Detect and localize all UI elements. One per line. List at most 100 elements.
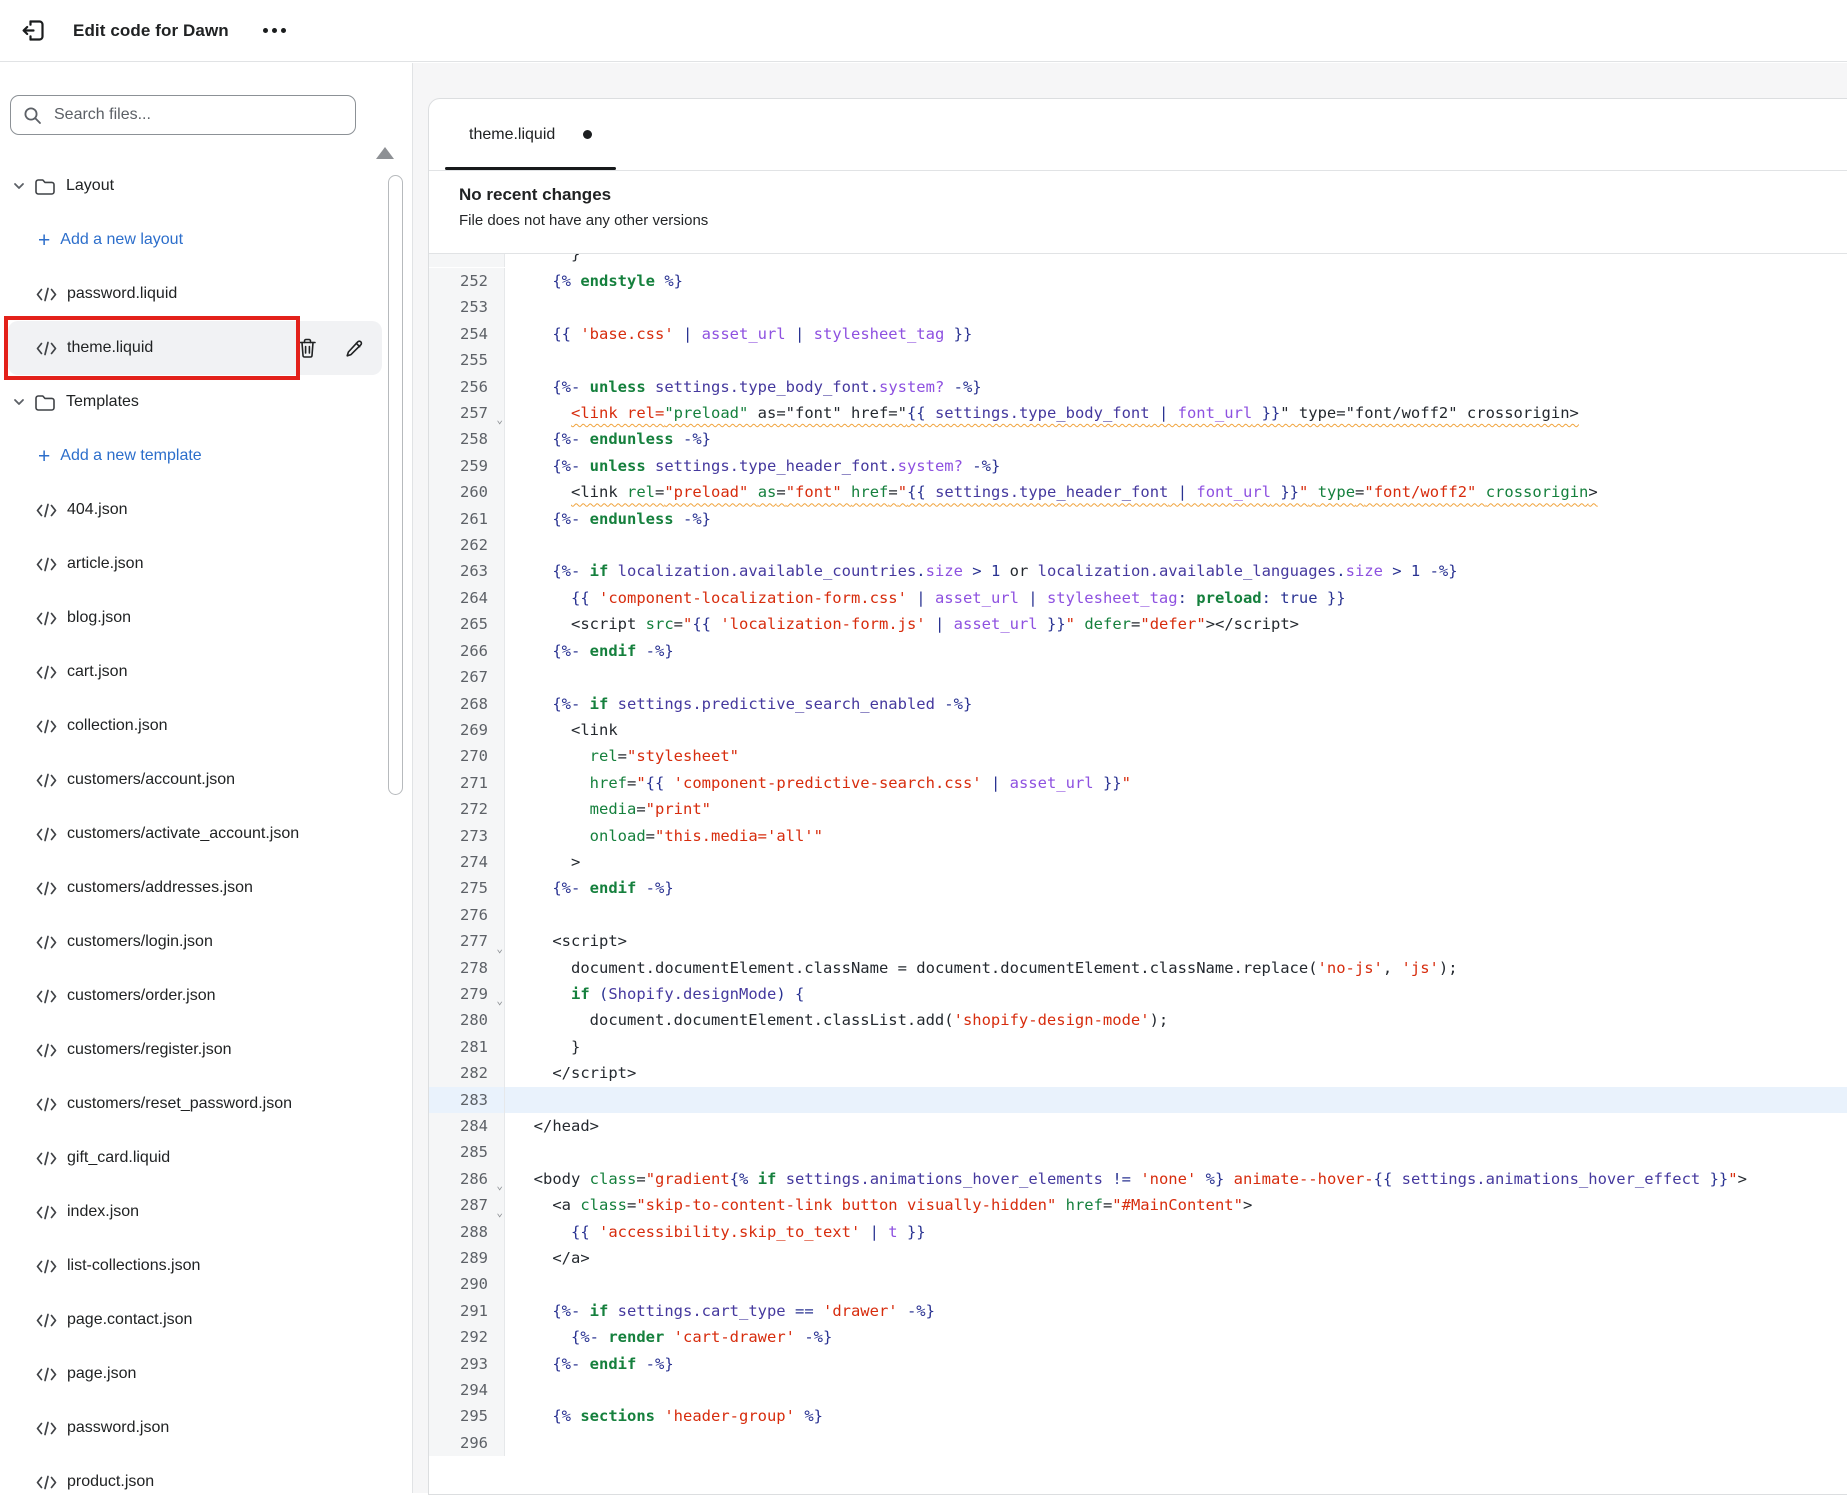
file-row-customers-register-json[interactable]: customers/register.json bbox=[0, 1023, 388, 1077]
exit-button[interactable] bbox=[14, 11, 53, 50]
file-row-gift-card-liquid[interactable]: gift_card.liquid bbox=[0, 1131, 388, 1185]
line-number: 288 bbox=[429, 1219, 505, 1245]
code-line-277[interactable]: 277⌄ <script> bbox=[429, 928, 1847, 954]
code-line-290[interactable]: 290 bbox=[429, 1271, 1847, 1297]
scroll-up-arrow[interactable] bbox=[376, 147, 394, 159]
file-row-page-contact-json[interactable]: page.contact.json bbox=[0, 1293, 388, 1347]
code-line-260[interactable]: 260 <link rel="preload" as="font" href="… bbox=[429, 479, 1847, 505]
code-line-268[interactable]: 268 {%- if settings.predictive_search_en… bbox=[429, 691, 1847, 717]
folder-row-layout[interactable]: Layout bbox=[0, 159, 388, 213]
file-row-page-json[interactable]: page.json bbox=[0, 1347, 388, 1401]
line-number: 283 bbox=[429, 1087, 505, 1113]
code-line-267[interactable]: 267 bbox=[429, 664, 1847, 690]
code-line-252[interactable]: 252 {% endstyle %} bbox=[429, 268, 1847, 294]
file-row-cart-json[interactable]: cart.json bbox=[0, 645, 388, 699]
code-line-271[interactable]: 271 href="{{ 'component-predictive-searc… bbox=[429, 770, 1847, 796]
more-actions-button[interactable] bbox=[257, 22, 292, 39]
code-line-263[interactable]: 263 {%- if localization.available_countr… bbox=[429, 558, 1847, 584]
code-line-265[interactable]: 265 <script src="{{ 'localization-form.j… bbox=[429, 611, 1847, 637]
file-row-index-json[interactable]: index.json bbox=[0, 1185, 388, 1239]
line-number: 278 bbox=[429, 955, 505, 981]
code-line-255[interactable]: 255 bbox=[429, 347, 1847, 373]
code-line-294[interactable]: 294 bbox=[429, 1377, 1847, 1403]
chevron-down-icon[interactable] bbox=[12, 395, 26, 409]
file-name: list-collections.json bbox=[67, 1257, 200, 1275]
file-row-list-collections-json[interactable]: list-collections.json bbox=[0, 1239, 388, 1293]
code-line-289[interactable]: 289 </a> bbox=[429, 1245, 1847, 1271]
file-row-customers-account-json[interactable]: customers/account.json bbox=[0, 753, 388, 807]
file-row-article-json[interactable]: article.json bbox=[0, 537, 388, 591]
fold-chevron-icon[interactable]: ⌄ bbox=[496, 943, 503, 954]
file-row-customers-activate-account-json[interactable]: customers/activate_account.json bbox=[0, 807, 388, 861]
rename-file-button[interactable] bbox=[339, 333, 370, 364]
code-line-partial[interactable]: } bbox=[429, 254, 1847, 267]
code-line-264[interactable]: 264 {{ 'component-localization-form.css'… bbox=[429, 585, 1847, 611]
code-line-296[interactable]: 296 bbox=[429, 1430, 1847, 1456]
code-line-280[interactable]: 280 document.documentElement.classList.a… bbox=[429, 1007, 1847, 1033]
add-new-layout-link[interactable]: +Add a new layout bbox=[0, 213, 388, 267]
tab-theme-liquid[interactable]: theme.liquid bbox=[445, 99, 616, 170]
fold-chevron-icon[interactable]: ⌄ bbox=[496, 995, 503, 1006]
code-line-279[interactable]: 279⌄ if (Shopify.designMode) { bbox=[429, 981, 1847, 1007]
code-file-icon bbox=[36, 773, 57, 788]
code-line-286[interactable]: 286⌄ <body class="gradient{% if settings… bbox=[429, 1166, 1847, 1192]
file-row-product-json[interactable]: product.json bbox=[0, 1455, 388, 1509]
code-line-282[interactable]: 282 </script> bbox=[429, 1060, 1847, 1086]
line-number: 270 bbox=[429, 743, 505, 769]
exit-icon bbox=[20, 17, 47, 44]
code-line-288[interactable]: 288 {{ 'accessibility.skip_to_text' | t … bbox=[429, 1219, 1847, 1245]
code-editor[interactable]: }252 {% endstyle %}253254 {{ 'base.css' … bbox=[429, 254, 1847, 1456]
code-line-287[interactable]: 287⌄ <a class="skip-to-content-link butt… bbox=[429, 1192, 1847, 1218]
code-line-254[interactable]: 254 {{ 'base.css' | asset_url | styleshe… bbox=[429, 321, 1847, 347]
code-line-295[interactable]: 295 {% sections 'header-group' %} bbox=[429, 1403, 1847, 1429]
code-line-262[interactable]: 262 bbox=[429, 532, 1847, 558]
fold-chevron-icon[interactable]: ⌄ bbox=[496, 1207, 503, 1218]
chevron-down-icon[interactable] bbox=[12, 179, 26, 193]
code-line-281[interactable]: 281 } bbox=[429, 1034, 1847, 1060]
code-line-292[interactable]: 292 {%- render 'cart-drawer' -%} bbox=[429, 1324, 1847, 1350]
code-line-253[interactable]: 253 bbox=[429, 294, 1847, 320]
code-line-283[interactable]: 283 bbox=[429, 1087, 1847, 1113]
code-line-293[interactable]: 293 {%- endif -%} bbox=[429, 1351, 1847, 1377]
sidebar-scrollbar-thumb[interactable] bbox=[388, 175, 403, 795]
code-line-257[interactable]: 257⌄ <link rel="preload" as="font" href=… bbox=[429, 400, 1847, 426]
folder-row-templates[interactable]: Templates bbox=[0, 375, 388, 429]
code-file-icon bbox=[36, 1313, 57, 1328]
file-row-customers-reset-password-json[interactable]: customers/reset_password.json bbox=[0, 1077, 388, 1131]
file-row-customers-login-json[interactable]: customers/login.json bbox=[0, 915, 388, 969]
file-row-blog-json[interactable]: blog.json bbox=[0, 591, 388, 645]
fold-chevron-icon[interactable]: ⌄ bbox=[496, 414, 503, 425]
code-line-259[interactable]: 259 {%- unless settings.type_header_font… bbox=[429, 453, 1847, 479]
line-number: 271 bbox=[429, 770, 505, 796]
code-line-258[interactable]: 258 {%- endunless -%} bbox=[429, 426, 1847, 452]
code-line-261[interactable]: 261 {%- endunless -%} bbox=[429, 506, 1847, 532]
code-line-278[interactable]: 278 document.documentElement.className =… bbox=[429, 955, 1847, 981]
file-row-theme-liquid[interactable]: theme.liquid bbox=[8, 321, 382, 375]
code-line-266[interactable]: 266 {%- endif -%} bbox=[429, 638, 1847, 664]
code-line-256[interactable]: 256 {%- unless settings.type_body_font.s… bbox=[429, 374, 1847, 400]
code-line-272[interactable]: 272 media="print" bbox=[429, 796, 1847, 822]
file-row-collection-json[interactable]: collection.json bbox=[0, 699, 388, 753]
delete-file-button[interactable] bbox=[292, 332, 323, 364]
search-input[interactable] bbox=[52, 105, 343, 125]
code-line-273[interactable]: 273 onload="this.media='all'" bbox=[429, 823, 1847, 849]
code-line-274[interactable]: 274 > bbox=[429, 849, 1847, 875]
file-row-customers-order-json[interactable]: customers/order.json bbox=[0, 969, 388, 1023]
code-file-icon bbox=[36, 1367, 57, 1382]
code-line-284[interactable]: 284 </head> bbox=[429, 1113, 1847, 1139]
line-number: 290 bbox=[429, 1271, 505, 1297]
code-line-291[interactable]: 291 {%- if settings.cart_type == 'drawer… bbox=[429, 1298, 1847, 1324]
file-row-password-liquid[interactable]: password.liquid bbox=[0, 267, 388, 321]
add-new-template-link[interactable]: +Add a new template bbox=[0, 429, 388, 483]
code-line-270[interactable]: 270 rel="stylesheet" bbox=[429, 743, 1847, 769]
code-line-285[interactable]: 285 bbox=[429, 1139, 1847, 1165]
code-line-275[interactable]: 275 {%- endif -%} bbox=[429, 875, 1847, 901]
file-row-password-json[interactable]: password.json bbox=[0, 1401, 388, 1455]
file-name: password.json bbox=[67, 1419, 169, 1437]
code-line-276[interactable]: 276 bbox=[429, 902, 1847, 928]
code-line-269[interactable]: 269 <link bbox=[429, 717, 1847, 743]
file-row-customers-addresses-json[interactable]: customers/addresses.json bbox=[0, 861, 388, 915]
file-row-404-json[interactable]: 404.json bbox=[0, 483, 388, 537]
line-number: 267 bbox=[429, 664, 505, 690]
fold-chevron-icon[interactable]: ⌄ bbox=[496, 1180, 503, 1191]
